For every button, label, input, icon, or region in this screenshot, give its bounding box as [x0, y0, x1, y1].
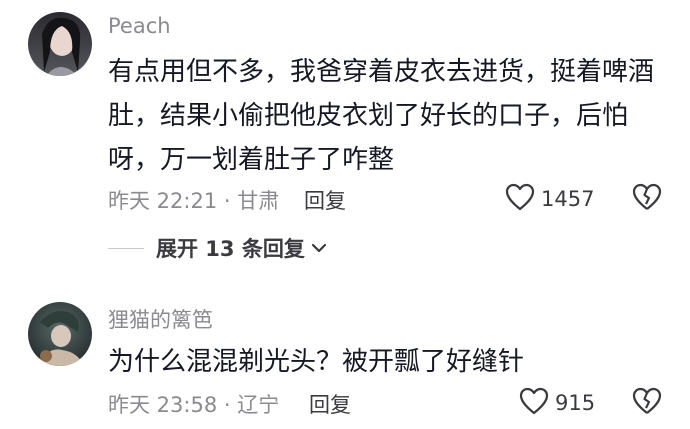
comment-meta: 昨天 23:58 · 辽宁 — [108, 393, 280, 417]
expand-replies-label: 展开 13 条回复 — [156, 237, 305, 261]
comment-text-line: 为什么混混剃光头？被开瓢了好缝针 — [108, 347, 525, 377]
heart-outline-icon — [505, 183, 535, 215]
dislike-button[interactable] — [632, 183, 662, 215]
comment-meta: 昨天 22:21 · 甘肃 — [108, 189, 280, 213]
dislike-button[interactable] — [632, 387, 662, 419]
like-count: 1457 — [541, 187, 595, 211]
like-button[interactable]: 915 — [519, 387, 595, 419]
username[interactable]: Peach — [108, 14, 171, 38]
comment-text-line: 呀，万一划着肚子了咋整 — [108, 145, 395, 175]
reply-button[interactable]: 回复 — [309, 389, 351, 419]
like-count: 915 — [555, 391, 596, 415]
like-button[interactable]: 1457 — [505, 183, 594, 215]
avatar[interactable] — [28, 302, 92, 366]
broken-heart-icon — [632, 183, 662, 215]
comment-text-line: 有点用但不多，我爸穿着皮衣去进货，挺着啤酒 — [108, 57, 655, 87]
comment-text-line: 肚，结果小偷把他皮衣划了好长的口子，后怕 — [108, 101, 629, 131]
comment-item: Peach 有点用但不多，我爸穿着皮衣去进货，挺着啤酒 肚，结果小偷把他皮衣划了… — [0, 0, 690, 270]
expand-replies-button[interactable]: 展开 13 条回复 — [108, 233, 327, 263]
heart-outline-icon — [519, 387, 549, 419]
broken-heart-icon — [632, 387, 662, 419]
username[interactable]: 狸猫的篱笆 — [108, 304, 213, 334]
divider — [108, 247, 144, 249]
avatar[interactable] — [28, 12, 92, 76]
reply-button[interactable]: 回复 — [304, 185, 346, 215]
chevron-down-icon — [311, 242, 327, 254]
comment-item: 狸猫的篱笆 为什么混混剃光头？被开瓢了好缝针 昨天 23:58 · 辽宁 回复 … — [0, 290, 690, 429]
